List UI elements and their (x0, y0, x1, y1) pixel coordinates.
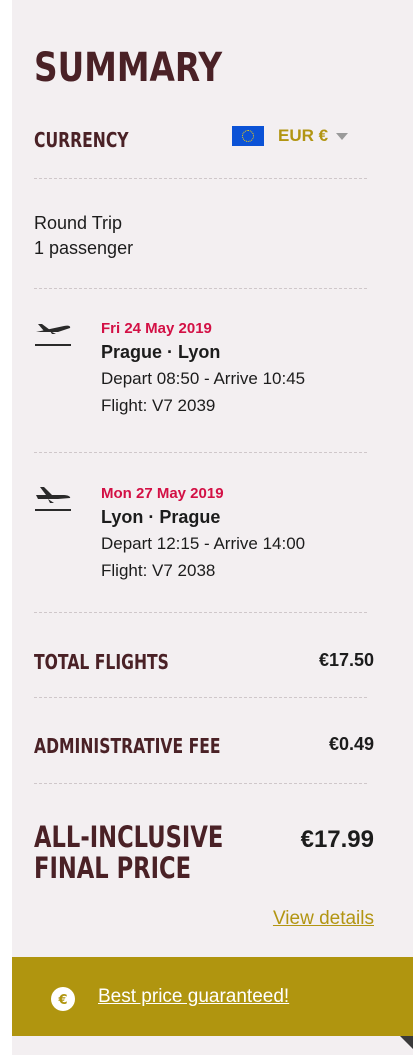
summary-title: SUMMARY (34, 45, 223, 91)
divider (34, 452, 367, 453)
best-price-banner: € Best price guaranteed! (12, 957, 413, 1036)
best-price-link[interactable]: Best price guaranteed! (98, 986, 289, 1008)
flight-times: Depart 08:50 - Arrive 10:45 (101, 369, 306, 388)
flight-number: Flight: V7 2039 (101, 396, 216, 415)
svg-text:€: € (57, 993, 67, 1008)
flight-route: Lyon · Prague (101, 507, 221, 527)
total-flights-label: TOTAL FLIGHTS (34, 650, 169, 674)
final-price-label-line1: ALL-INCLUSIVE (34, 820, 224, 854)
plane-takeoff-icon (35, 324, 71, 346)
currency-value: EUR € (278, 126, 329, 145)
flight-route: Prague · Lyon (101, 342, 221, 362)
trip-type: Round Trip (34, 213, 123, 233)
flight-date: Mon 27 May 2019 (101, 485, 224, 502)
final-price-label-line2: FINAL PRICE (34, 851, 192, 885)
passenger-count: 1 passenger (34, 238, 134, 258)
flight-times: Depart 12:15 - Arrive 14:00 (101, 534, 306, 553)
final-price-label: ALL-INCLUSIVE FINAL PRICE (34, 822, 294, 884)
divider (34, 178, 367, 179)
flight-date: Fri 24 May 2019 (101, 320, 212, 337)
flight-number: Flight: V7 2038 (101, 561, 216, 580)
admin-fee-value: €0.49 (328, 734, 374, 754)
eu-flag-icon (232, 126, 264, 146)
final-price-value: €17.99 (300, 826, 374, 853)
admin-fee-label: ADMINISTRATIVE FEE (34, 734, 221, 758)
trip-info: Round Trip 1 passenger (34, 211, 367, 261)
currency-selector[interactable]: EUR € (232, 124, 349, 148)
euro-badge-icon: € (51, 987, 75, 1011)
view-details-link[interactable]: View details (273, 908, 374, 930)
total-flights-value: €17.50 (318, 650, 374, 670)
divider (34, 612, 367, 613)
plane-landing-icon (35, 487, 71, 511)
divider (34, 288, 367, 289)
corner-decoration (400, 1036, 413, 1049)
divider (34, 783, 367, 784)
chevron-down-icon (336, 132, 349, 140)
divider (34, 697, 367, 698)
